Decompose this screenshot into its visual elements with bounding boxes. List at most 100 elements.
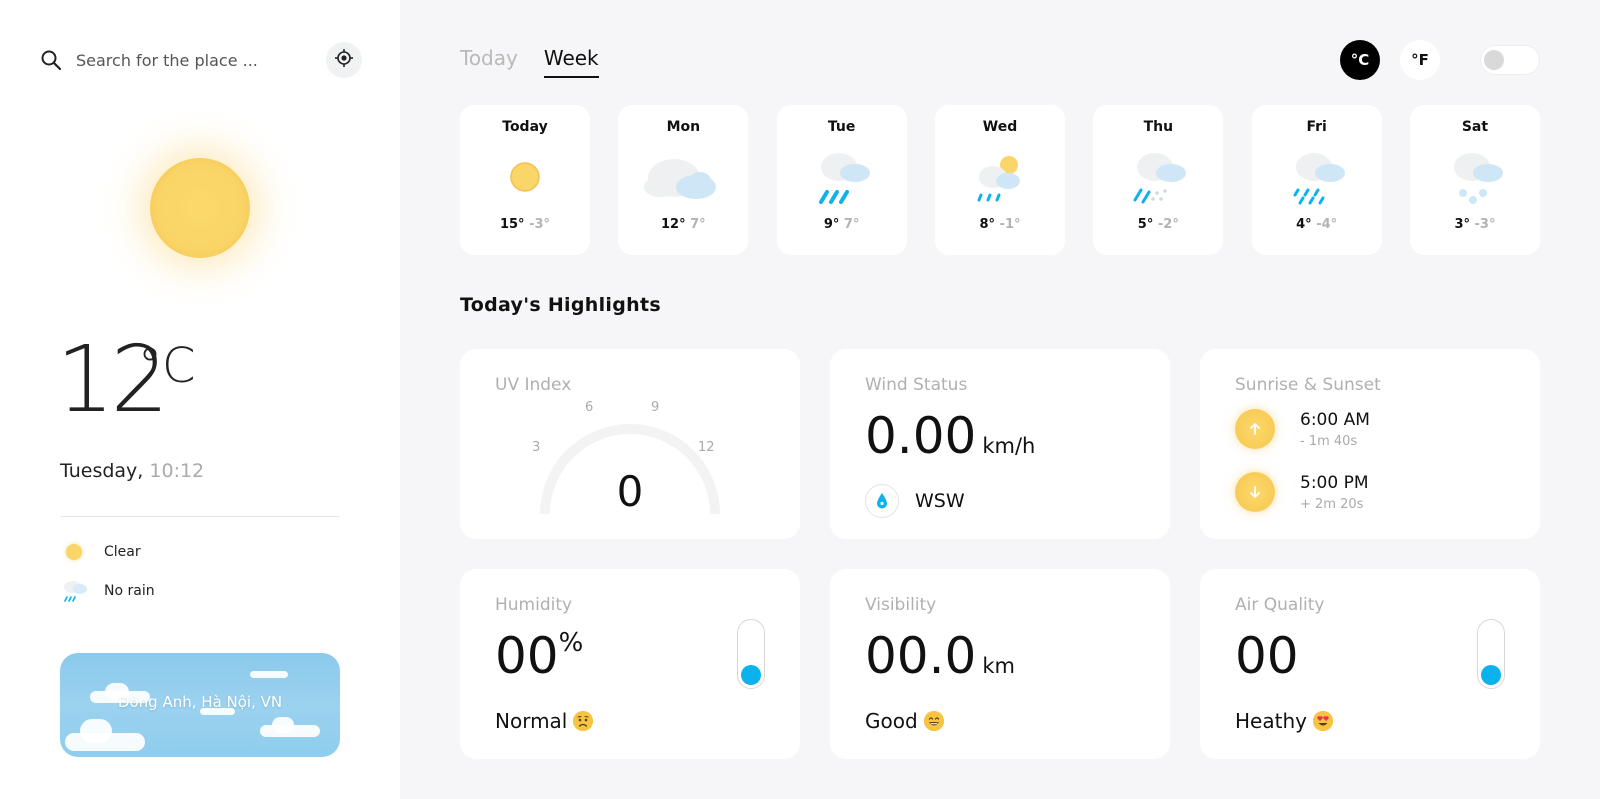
card-title: Humidity [495,595,573,615]
sleet-icon [1113,145,1203,215]
current-location-button[interactable] [326,42,362,78]
uv-index-card: UV Index 3 6 9 12 0 [460,349,800,539]
toggle-knob [1484,50,1504,70]
wind-status-card: Wind Status 0.00 km/h WSW [830,349,1170,539]
location-name: Đông Anh, Hà Nội, VN [117,693,283,711]
theme-toggle[interactable] [1480,45,1540,75]
day-high: 12° [660,217,686,232]
current-time: 10:12 [149,460,205,482]
celsius-button[interactable]: °C [1340,40,1380,80]
current-datetime: Tuesday, 10:12 [60,460,204,482]
rain-icon [1272,145,1362,215]
uv-value: 0 [616,467,644,516]
search-icon[interactable] [40,49,62,71]
uv-tick: 9 [651,400,660,415]
sidebar-divider [60,516,340,517]
week-forecast: Today 15° -3° Mon 12° 7° Tue 9° 7° Wed 8… [460,105,1540,255]
day-temps: 8° -1° [935,217,1065,232]
humidity-status: Normal [495,709,594,733]
visibility-reading: 00.0 km [865,627,1015,685]
tab-today[interactable]: Today [460,46,518,78]
wind-unit: km/h [982,434,1036,458]
day-high: 5° [1137,217,1154,232]
highlights-title: Today's Highlights [460,294,661,316]
sunrise-icon [1235,409,1275,449]
uv-tick: 12 [698,440,715,455]
day-card-wed[interactable]: Wed 8° -1° [934,105,1065,255]
day-temps: 5° -2° [1093,217,1223,232]
day-name: Sat [1461,119,1489,135]
day-low: 7° [843,217,860,232]
current-day: Tuesday, [60,460,144,482]
humidity-reading: 00% [495,627,583,685]
day-name: Today [502,119,548,135]
search-input[interactable] [76,50,306,70]
day-temps: 9° 7° [777,217,907,232]
day-temps: 3° -3° [1410,217,1540,232]
level-indicator [741,665,761,685]
day-name: Fri [1306,119,1327,135]
day-card-thu[interactable]: Thu 5° -2° [1093,105,1224,255]
visibility-value: 00.0 [865,627,977,685]
day-low: -2° [1157,217,1179,232]
current-weather-sun-icon [150,158,250,258]
humidity-status-label: Normal [495,709,568,733]
sunrise-time: 6:00 AM [1300,409,1370,430]
day-temps: 12° 7° [618,217,748,232]
sunset-time: 5:00 PM [1300,472,1369,493]
visibility-card: Visibility 00.0 km Good [830,569,1170,759]
search-bar [40,40,362,80]
day-name: Tue [827,119,856,135]
tab-bar: Today Week [460,46,599,78]
sunset-delta: + 2m 20s [1300,496,1364,512]
compass-icon [865,484,899,518]
day-high: 4° [1296,217,1312,232]
sun-icon [60,537,90,567]
card-title: UV Index [495,375,572,395]
card-title: Sunrise & Sunset [1235,375,1381,395]
air-quality-card: Air Quality 00 Heathy [1200,569,1540,759]
day-card-today[interactable]: Today 15° -3° [460,105,590,255]
sidebar: 12 °C Tuesday, 10:12 Clear No rain Đô [0,0,400,799]
visibility-status: Good [865,709,944,733]
wind-value: 0.00 [865,407,977,465]
location-card: Đông Anh, Hà Nội, VN [60,653,340,757]
wind-direction: WSW [865,484,965,518]
day-name: Thu [1143,119,1174,135]
temperature-unit: °C [138,338,196,394]
humidity-level-bar [737,619,765,689]
condition-label: No rain [104,583,155,599]
day-card-fri[interactable]: Fri 4° -4° [1251,105,1382,255]
day-card-tue[interactable]: Tue 9° 7° [776,105,907,255]
day-card-sat[interactable]: Sat 3° -3° [1409,105,1540,255]
day-card-mon[interactable]: Mon 12° 7° [618,105,749,255]
condition-clear: Clear [60,537,141,567]
rain-cloud-icon [60,576,90,606]
sunrise-delta: - 1m 40s [1300,433,1358,449]
level-indicator [1481,665,1501,685]
day-low: -3° [1474,217,1496,232]
day-low: 7° [690,217,706,232]
fahrenheit-button[interactable]: °F [1400,40,1440,80]
grinning-face-icon [923,711,944,731]
day-low: -3° [529,217,551,232]
main-panel: Today Week °C °F Today 15° -3° Mon 12° 7… [400,0,1600,799]
wind-direction-label: WSW [915,490,965,512]
humidity-unit: % [558,628,584,659]
card-title: Air Quality [1235,595,1325,615]
humidity-value: 00 [495,627,559,685]
condition-rain: No rain [60,576,155,606]
condition-label: Clear [104,544,141,560]
air-quality-status-label: Heathy [1235,709,1307,733]
tab-week[interactable]: Week [543,46,599,78]
day-low: -4° [1316,217,1338,232]
day-name: Wed [982,119,1018,135]
uv-tick: 6 [585,400,594,415]
air-quality-level-bar [1477,619,1505,689]
sunset-row: 5:00 PM + 2m 20s [1235,472,1369,512]
wind-speed: 0.00 km/h [865,407,1035,465]
heavy-rain-icon [797,145,887,215]
card-title: Wind Status [865,375,968,395]
day-temps: 15° -3° [460,217,590,232]
sunset-icon [1235,472,1275,512]
